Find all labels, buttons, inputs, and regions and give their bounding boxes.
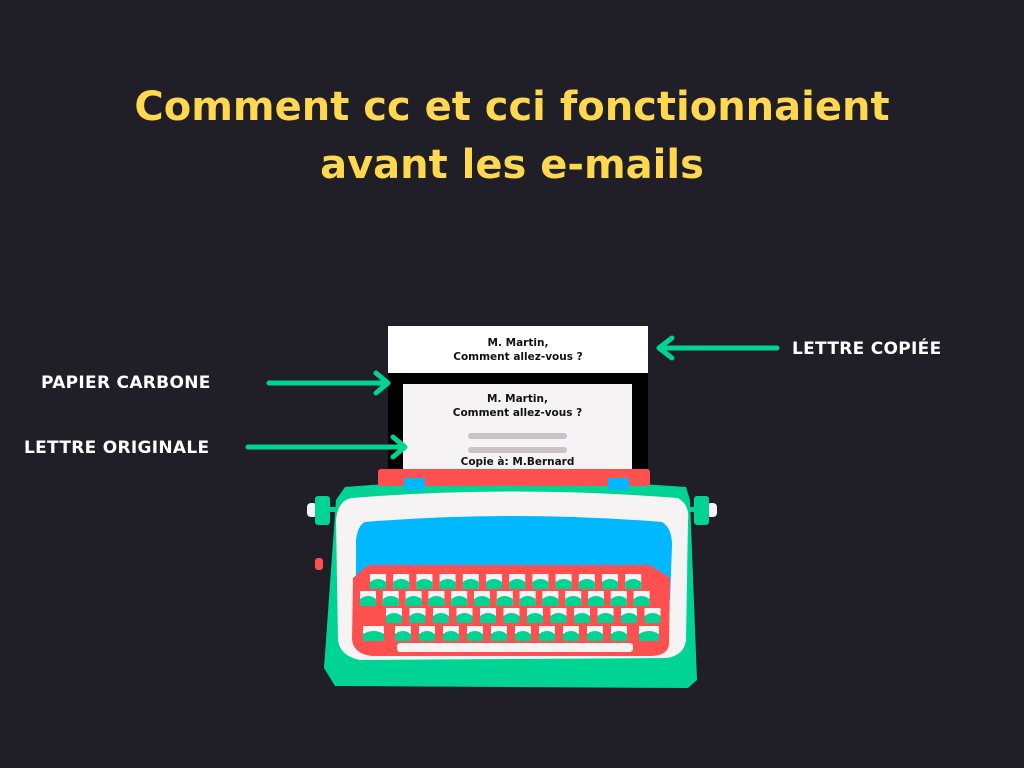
cc-line: Copie à: M.Bernard — [460, 456, 575, 468]
original-question: Comment allez-vous ? — [452, 407, 583, 419]
key-cap — [416, 579, 433, 589]
key-cap — [443, 631, 459, 641]
key-cap — [539, 631, 555, 641]
key-cap — [597, 613, 614, 623]
key-cap — [625, 579, 642, 589]
key-cap — [611, 631, 627, 641]
key-cap — [509, 579, 526, 589]
key-cap — [433, 613, 449, 623]
key-cap — [382, 596, 399, 606]
text-placeholder-line — [468, 433, 567, 439]
label-original-letter: LETTRE ORIGINALE — [24, 438, 210, 458]
space-bar — [397, 643, 633, 652]
key-cap — [409, 613, 426, 623]
arrow-icon — [656, 335, 780, 361]
key-cap — [370, 579, 386, 589]
key-cap — [574, 613, 590, 623]
key-cap — [602, 579, 618, 589]
key-cap — [393, 579, 410, 589]
key-cap — [496, 596, 513, 606]
original-greeting: M. Martin, — [487, 393, 548, 405]
key-cap — [578, 579, 595, 589]
key-cap — [419, 631, 435, 641]
key-cap — [439, 579, 456, 589]
key-cap — [633, 596, 650, 606]
copy-question: Comment allez-vous ? — [453, 351, 583, 363]
key-cap — [587, 631, 603, 641]
lever-icon — [315, 558, 323, 570]
arrow-icon — [266, 370, 391, 396]
label-carbon-paper: PAPIER CARBONE — [41, 373, 211, 393]
label-copied-letter: LETTRE COPIÉE — [792, 339, 942, 359]
key-cap — [486, 579, 502, 589]
key-cap — [527, 613, 543, 623]
key-cap — [532, 579, 549, 589]
key-cap — [360, 596, 376, 606]
key-cap — [428, 596, 445, 606]
key-cap — [563, 631, 579, 641]
key-cap — [451, 596, 468, 606]
paper-guide-icon — [608, 478, 629, 490]
copied-letter-text: M. Martin, Comment allez-vous ? — [388, 336, 648, 364]
key-cap — [503, 613, 520, 623]
key-cap — [639, 631, 659, 641]
key-cap — [363, 631, 384, 641]
key-cap — [515, 631, 531, 641]
key-cap — [588, 596, 604, 606]
key-cap — [405, 596, 422, 606]
key-cap — [644, 613, 661, 623]
key-cap — [467, 631, 483, 641]
key-cap — [565, 596, 582, 606]
copy-greeting: M. Martin, — [487, 337, 549, 349]
arrow-icon — [245, 434, 408, 460]
original-letter-text: M. Martin, Comment allez-vous ? — [403, 392, 632, 420]
paper-guide-icon — [404, 478, 425, 490]
knob-icon — [694, 496, 709, 525]
key-cap — [474, 596, 490, 606]
key-cap — [610, 596, 627, 606]
key-cap — [519, 596, 536, 606]
key-cap — [550, 613, 567, 623]
key-cap — [621, 613, 637, 623]
key-cap — [542, 596, 559, 606]
key-cap — [395, 631, 411, 641]
knob-icon — [315, 496, 330, 525]
key-cap — [491, 631, 507, 641]
key-cap — [555, 579, 572, 589]
key-cap — [462, 579, 479, 589]
text-placeholder-line — [468, 447, 567, 453]
key-cap — [386, 613, 402, 623]
key-cap — [480, 613, 496, 623]
key-cap — [456, 613, 473, 623]
